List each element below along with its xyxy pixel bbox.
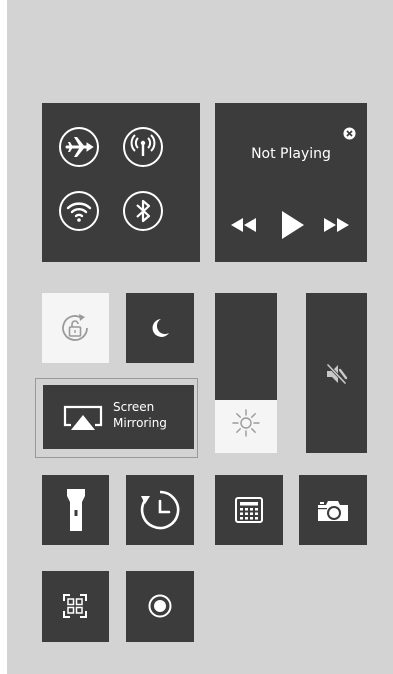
wifi-toggle[interactable] [59,191,99,231]
rotation-lock-toggle[interactable] [42,293,109,363]
do-not-disturb-toggle[interactable] [126,293,194,363]
calculator-button[interactable] [215,475,283,545]
airplane-mode-toggle[interactable] [59,127,99,167]
fast-forward-icon[interactable] [323,218,351,232]
flashlight-icon [67,489,85,531]
camera-button[interactable] [299,475,367,545]
screen-record-icon [148,594,172,618]
camera-icon [318,501,348,521]
screen-mirroring-label-line1: Screen [113,400,155,414]
bluetooth-icon [136,199,151,223]
moon-icon [152,319,169,337]
now-playing-status: Not Playing [251,146,331,162]
screen-mirroring-label-line2: Mirroring [113,416,167,430]
media-player-tile[interactable]: Not Playing [215,103,367,262]
airplay-icon [63,405,103,430]
screen-mirroring-button[interactable]: Screen Mirroring [43,385,194,449]
airplane-icon [65,137,94,157]
wifi-icon [66,202,92,222]
timer-button[interactable] [126,475,194,545]
screen-record-button[interactable] [126,571,194,642]
qr-scanner-button[interactable] [42,571,109,642]
mute-speaker-icon [326,363,348,385]
close-circle-icon[interactable] [343,127,356,140]
qr-scanner-icon [63,594,87,618]
rewind-icon[interactable] [229,218,257,232]
control-center-panel: Not Playing Screen Mirroring [7,0,393,674]
timer-icon [140,490,180,530]
brightness-slider[interactable] [215,293,277,453]
bluetooth-toggle[interactable] [123,191,163,231]
antenna-icon [130,134,156,156]
cellular-data-toggle[interactable] [123,127,163,167]
connectivity-tile [42,103,200,262]
play-icon[interactable] [282,211,304,239]
sun-icon [232,409,260,437]
volume-slider[interactable] [306,293,367,453]
flashlight-button[interactable] [42,475,109,545]
rotation-lock-icon [62,314,88,341]
calculator-icon [235,497,263,523]
